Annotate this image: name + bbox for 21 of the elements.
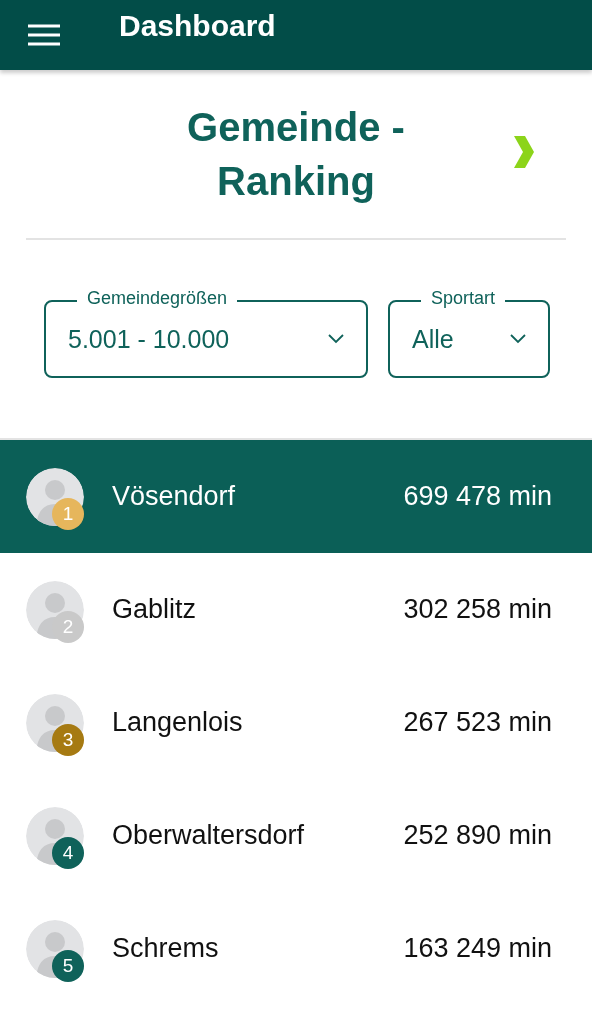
menu-icon <box>28 24 60 46</box>
dropdown-value: Alle <box>412 324 455 354</box>
community-name: Schrems <box>112 933 220 964</box>
page-title: Gemeinde - Ranking <box>186 104 406 205</box>
chevron-down-icon <box>510 334 526 344</box>
dropdown-label: Gemeindegrößen <box>77 288 238 309</box>
community-name: Gablitz <box>112 594 198 625</box>
community-name: Vösendorf <box>112 481 237 512</box>
dropdown-label: Sportart <box>421 288 506 309</box>
community-name: Oberwaltersdorf <box>112 820 306 851</box>
minutes-value: 163 249 min <box>403 933 552 964</box>
chevron-right-icon <box>512 134 536 170</box>
app-bar-title: Dashboard <box>119 9 276 43</box>
minutes-value: 699 478 min <box>403 481 552 512</box>
minutes-value: 252 890 min <box>403 820 552 851</box>
chevron-down-icon <box>328 334 344 344</box>
ranking-row[interactable]: 1 Vösendorf 699 478 min <box>0 440 592 553</box>
minutes-value: 267 523 min <box>403 707 552 738</box>
minutes-value: 302 258 min <box>403 594 552 625</box>
community-name: Langenlois <box>112 707 244 738</box>
dropdown-value: 5.001 - 10.000 <box>68 324 231 354</box>
